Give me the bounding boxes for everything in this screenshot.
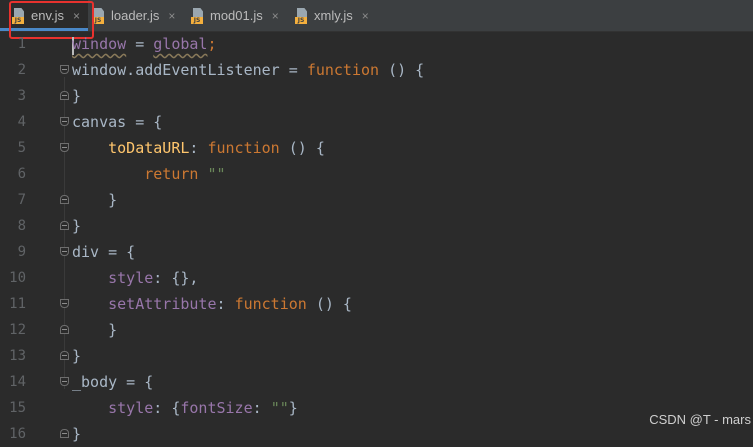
- fold-toggle-icon[interactable]: [60, 247, 69, 256]
- code-text: div = {: [72, 243, 136, 261]
- tab-xmly-js[interactable]: JS xmly.js ×: [291, 0, 381, 31]
- line-number: 6: [17, 166, 26, 182]
- close-icon[interactable]: ×: [272, 9, 279, 23]
- code-line[interactable]: 14 _body = {: [0, 369, 753, 395]
- code-line[interactable]: 8}: [0, 213, 753, 239]
- tab-mod01-js[interactable]: JS mod01.js ×: [188, 0, 291, 31]
- line-number: 10: [9, 270, 26, 286]
- code-line[interactable]: 11 setAttribute: function () {: [0, 291, 753, 317]
- fold-toggle-icon[interactable]: [60, 117, 69, 126]
- code-text: }: [72, 321, 118, 339]
- close-icon[interactable]: ×: [168, 9, 175, 23]
- line-number: 4: [17, 114, 26, 130]
- code-text: canvas = {: [72, 113, 163, 131]
- fold-toggle-icon[interactable]: [60, 221, 69, 230]
- watermark: CSDN @T - mars: [649, 412, 751, 427]
- fold-toggle-icon[interactable]: [60, 377, 69, 386]
- code-text: }: [72, 191, 118, 209]
- close-icon[interactable]: ×: [362, 9, 369, 23]
- code-editor[interactable]: 1 window = global; 2 window.addEventListene…: [0, 31, 753, 443]
- code-text: style: {},: [108, 269, 199, 287]
- line-number: 13: [9, 348, 26, 364]
- line-number: 16: [9, 426, 26, 442]
- tab-label: mod01.js: [210, 8, 263, 23]
- code-line[interactable]: 15 style: {fontSize: ""}: [0, 395, 753, 421]
- line-number: 2: [17, 62, 26, 78]
- line-number: 15: [9, 400, 26, 416]
- js-file-icon: JS: [92, 7, 106, 24]
- js-file-icon: JS: [295, 7, 309, 24]
- fold-toggle-icon[interactable]: [60, 299, 69, 308]
- code-text: style: {fontSize: ""}: [108, 399, 298, 417]
- code-text: _body = {: [72, 373, 154, 391]
- fold-toggle-icon[interactable]: [60, 91, 69, 100]
- code-line[interactable]: 16}: [0, 421, 753, 447]
- fold-toggle-icon[interactable]: [60, 351, 69, 360]
- fold-toggle-icon[interactable]: [60, 65, 69, 74]
- code-text: }: [72, 347, 82, 365]
- code-line[interactable]: 7 }: [0, 187, 753, 213]
- code-text: return "": [144, 165, 226, 183]
- tab-label: xmly.js: [314, 8, 353, 23]
- line-number: 11: [9, 296, 26, 312]
- tab-label: loader.js: [111, 8, 160, 23]
- line-number: 7: [17, 192, 26, 208]
- line-number: 9: [17, 244, 26, 260]
- line-number: 5: [17, 140, 26, 156]
- code-line[interactable]: 9 div = {: [0, 239, 753, 265]
- code-text: setAttribute: function () {: [108, 295, 352, 313]
- code-line[interactable]: 6 return "": [0, 161, 753, 187]
- code-text: toDataURL: function () {: [108, 139, 325, 157]
- code-text: window = global;: [72, 35, 217, 53]
- code-line[interactable]: 5 toDataURL: function () {: [0, 135, 753, 161]
- code-text: }: [72, 87, 82, 105]
- code-line[interactable]: 12 }: [0, 317, 753, 343]
- line-number: 3: [17, 88, 26, 104]
- code-line[interactable]: 3}: [0, 83, 753, 109]
- tab-loader-js[interactable]: JS loader.js ×: [88, 0, 188, 31]
- code-line[interactable]: 2 window.addEventListener = function () {: [0, 57, 753, 83]
- code-line[interactable]: 10 style: {},: [0, 265, 753, 291]
- line-number: 12: [9, 322, 26, 338]
- code-text: }: [72, 217, 82, 235]
- fold-toggle-icon[interactable]: [60, 195, 69, 204]
- code-text: }: [72, 425, 82, 443]
- line-number: 1: [17, 36, 26, 52]
- line-number: 14: [9, 374, 26, 390]
- js-file-icon: JS: [191, 7, 205, 24]
- fold-toggle-icon[interactable]: [60, 325, 69, 334]
- editor-tab-bar: JS env.js × JS loader.js × JS mod01.js ×…: [0, 0, 753, 32]
- code-line[interactable]: 4 canvas = {: [0, 109, 753, 135]
- code-line[interactable]: 1 window = global;: [0, 31, 753, 57]
- code-line[interactable]: 13}: [0, 343, 753, 369]
- code-text: window.addEventListener = function () {: [72, 61, 425, 79]
- line-number: 8: [17, 218, 26, 234]
- fold-toggle-icon[interactable]: [60, 143, 69, 152]
